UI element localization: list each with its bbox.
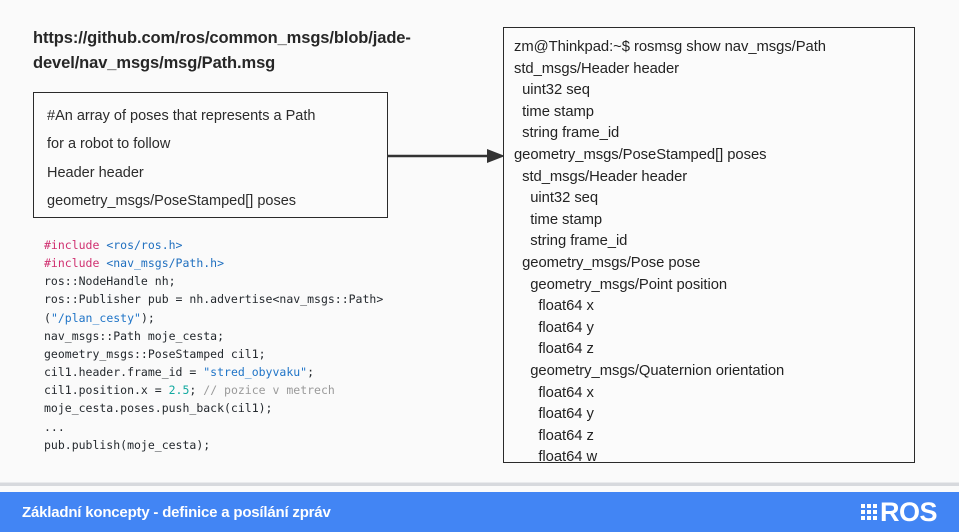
terminal-line: time stamp [514,211,603,228]
terminal-output-panel: zm@Thinkpad:~$ rosmsg show nav_msgs/Path… [503,27,915,463]
code-line: ros::Publisher pub = nh.advertise<nav_ms… [44,290,464,308]
terminal-line: string frame_id [514,125,620,142]
code-token: ); [140,310,155,325]
terminal-line: geometry_msgs/Pose pose [514,254,701,271]
code-line: ros::NodeHandle nh; [44,272,464,290]
code-token: ... [44,419,65,434]
code-token: cil1.position.x = [44,383,169,398]
terminal-line: uint32 seq [514,190,599,207]
code-line: #include <ros/ros.h> [44,236,464,254]
msg-definition-line: Header header [47,164,144,181]
code-token: cil1.header.frame_id = [44,365,204,380]
terminal-line: zm@Thinkpad:~$ rosmsg show nav_msgs/Path [514,39,826,55]
code-token: #include [44,256,107,271]
code-token: ros::Publisher pub = nh.advertise<nav_ms… [44,292,384,307]
footer-divider [0,482,959,486]
msg-definition-line: geometry_msgs/PoseStamped[] poses [47,192,297,209]
terminal-line: float64 y [514,319,594,336]
code-token: geometry_msgs::PoseStamped cil1; [44,346,266,361]
code-token: #include [44,238,107,252]
terminal-line: float64 x [514,298,594,315]
code-line: geometry_msgs::PoseStamped cil1; [44,345,464,363]
code-token: "/plan_cesty" [50,310,141,325]
code-token: 2.5 [168,383,190,398]
terminal-line: float64 y [514,406,594,423]
code-token: "stred_obyvaku" [203,365,308,380]
slide-root: https://github.com/ros/common_msgs/blob/… [0,0,959,532]
code-token: <ros/ros.h> [106,238,183,252]
terminal-line: string frame_id [514,233,628,250]
code-line: ... [44,418,464,436]
ros-logo: ROS [860,496,938,527]
code-token: ; [189,383,204,398]
terminal-line: float64 z [514,427,594,444]
page-title: https://github.com/ros/common_msgs/blob/… [33,29,411,72]
terminal-line: time stamp [514,103,594,120]
arrow-right-icon [387,149,505,163]
ros-logo-text: ROS [879,496,938,527]
code-token: ; [307,365,315,380]
code-token: <nav_msgs/Path.h> [106,256,225,271]
code-token: nav_msgs::Path moje_cesta; [44,328,225,343]
code-token: pub.publish(moje_cesta); [44,437,211,452]
msg-definition-line: #An array of poses that represents a Pat… [47,108,316,124]
code-line: cil1.position.x = 2.5; // pozice v metre… [44,381,464,399]
terminal-line: uint32 seq [514,82,590,99]
code-token: ( [44,310,51,325]
cpp-code-sample: #include <ros/ros.h> #include <nav_msgs/P… [44,236,464,454]
terminal-line: geometry_msgs/Point position [514,276,728,293]
terminal-line: float64 x [514,384,594,401]
msg-definition-box: #An array of poses that represents a Pat… [33,92,388,218]
code-line: #include <nav_msgs/Path.h> [44,254,464,272]
terminal-line: geometry_msgs/Quaternion orientation [514,362,785,379]
code-token: // pozice v metrech [203,383,335,398]
code-line: pub.publish(moje_cesta); [44,436,464,454]
code-token: ros::NodeHandle nh; [44,274,176,289]
terminal-line: geometry_msgs/PoseStamped[] poses [514,146,767,163]
code-line: cil1.header.frame_id = "stred_obyvaku"; [44,363,464,381]
code-token: moje_cesta.poses.push_back(cil1); [44,401,273,416]
code-line: nav_msgs::Path moje_cesta; [44,327,464,345]
msg-definition-line: for a robot to follow [47,136,171,153]
flow-arrow [387,146,505,166]
terminal-line: std_msgs/Header header [514,168,688,185]
footer-bar: Základní koncepty - definice a posílání … [0,492,959,532]
footer-title: Základní koncepty - definice a posílání … [22,503,331,521]
ros-dots-icon [860,503,877,521]
terminal-line: float64 z [514,341,594,358]
code-line: moje_cesta.poses.push_back(cil1); [44,399,464,417]
terminal-line: float64 w [514,449,598,463]
terminal-line: std_msgs/Header header [514,60,680,77]
code-line: ("/plan_cesty"); [44,309,464,327]
